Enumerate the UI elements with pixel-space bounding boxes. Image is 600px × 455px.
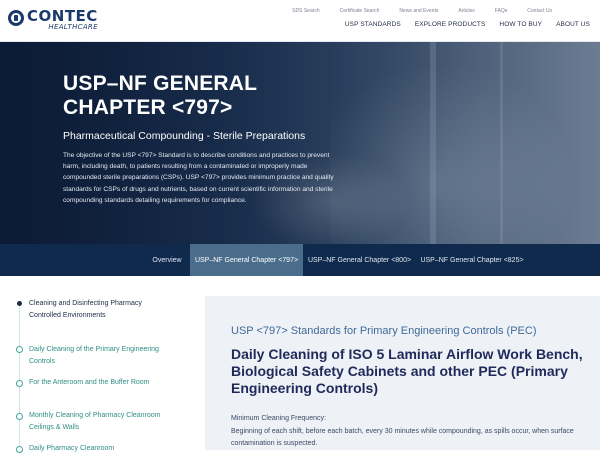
logo-name: CONTEC: [27, 7, 98, 25]
section-kicker: USP <797> Standards for Primary Engineer…: [231, 325, 537, 337]
section-dot-icon: [16, 380, 23, 387]
site-header: CONTEC HEALTHCARE SDS Search Certificate…: [0, 0, 600, 42]
sidebar-item-anteroom-buffer[interactable]: For the Anteroom and the Buffer Room: [29, 377, 164, 389]
articles-link[interactable]: Articles: [458, 8, 474, 14]
sidebar-item-daily-cleanroom[interactable]: Daily Pharmacy Cleanroom: [29, 443, 164, 455]
nav-about-us[interactable]: ABOUT US: [556, 21, 590, 28]
chapter-tabs: Overview USP–NF General Chapter <797> US…: [0, 244, 600, 276]
tab-chapter-825[interactable]: USP–NF General Chapter <825>: [416, 244, 528, 276]
utility-nav: SDS Search Certificate Search News and E…: [272, 8, 552, 14]
frequency-text: Beginning of each shift, before each bat…: [231, 428, 574, 447]
nav-explore-products[interactable]: EXPLORE PRODUCTS: [415, 21, 486, 28]
nav-usp-standards[interactable]: USP STANDARDS: [345, 21, 401, 28]
contec-logo[interactable]: CONTEC HEALTHCARE: [8, 8, 98, 31]
hero-description: The objective of the USP <797> Standard …: [63, 152, 334, 204]
frequency-label: Minimum Cleaning Frequency:: [231, 415, 326, 422]
tab-overview[interactable]: Overview: [144, 244, 190, 276]
certificate-search-link[interactable]: Certificate Search: [340, 8, 380, 14]
sidebar-item-cleaning-disinfecting[interactable]: Cleaning and Disinfecting Pharmacy Contr…: [29, 298, 164, 321]
section-dot-icon: [16, 346, 23, 353]
contact-us-link[interactable]: Contact Us: [527, 8, 552, 14]
sidebar-item-daily-cleaning-pec[interactable]: Daily Cleaning of the Primary Engineerin…: [29, 344, 164, 367]
news-events-link[interactable]: News and Events: [399, 8, 438, 14]
sidebar-item-monthly-cleaning[interactable]: Monthly Cleaning of Pharmacy Cleanroom C…: [29, 410, 164, 433]
faqs-link[interactable]: FAQs: [495, 8, 508, 14]
section-title: Daily Cleaning of ISO 5 Laminar Airflow …: [231, 346, 583, 396]
sidebar-timeline-line: [19, 304, 20, 450]
nav-how-to-buy[interactable]: HOW TO BUY: [499, 21, 542, 28]
logo-subtitle: HEALTHCARE: [48, 23, 98, 31]
section-dot-icon: [16, 413, 23, 420]
hero-subtitle: Pharmaceutical Compounding - Sterile Pre…: [63, 130, 306, 142]
sds-search-link[interactable]: SDS Search: [292, 8, 320, 14]
tab-chapter-800[interactable]: USP–NF General Chapter <800>: [303, 244, 416, 276]
main-nav: USP STANDARDS EXPLORE PRODUCTS HOW TO BU…: [331, 21, 590, 28]
tab-chapter-797[interactable]: USP–NF General Chapter <797>: [190, 244, 303, 276]
page-title: USP–NF GENERAL CHAPTER <797>: [63, 72, 257, 119]
contec-logo-mark-icon: [8, 10, 24, 26]
current-section-dot-icon: [17, 301, 22, 306]
